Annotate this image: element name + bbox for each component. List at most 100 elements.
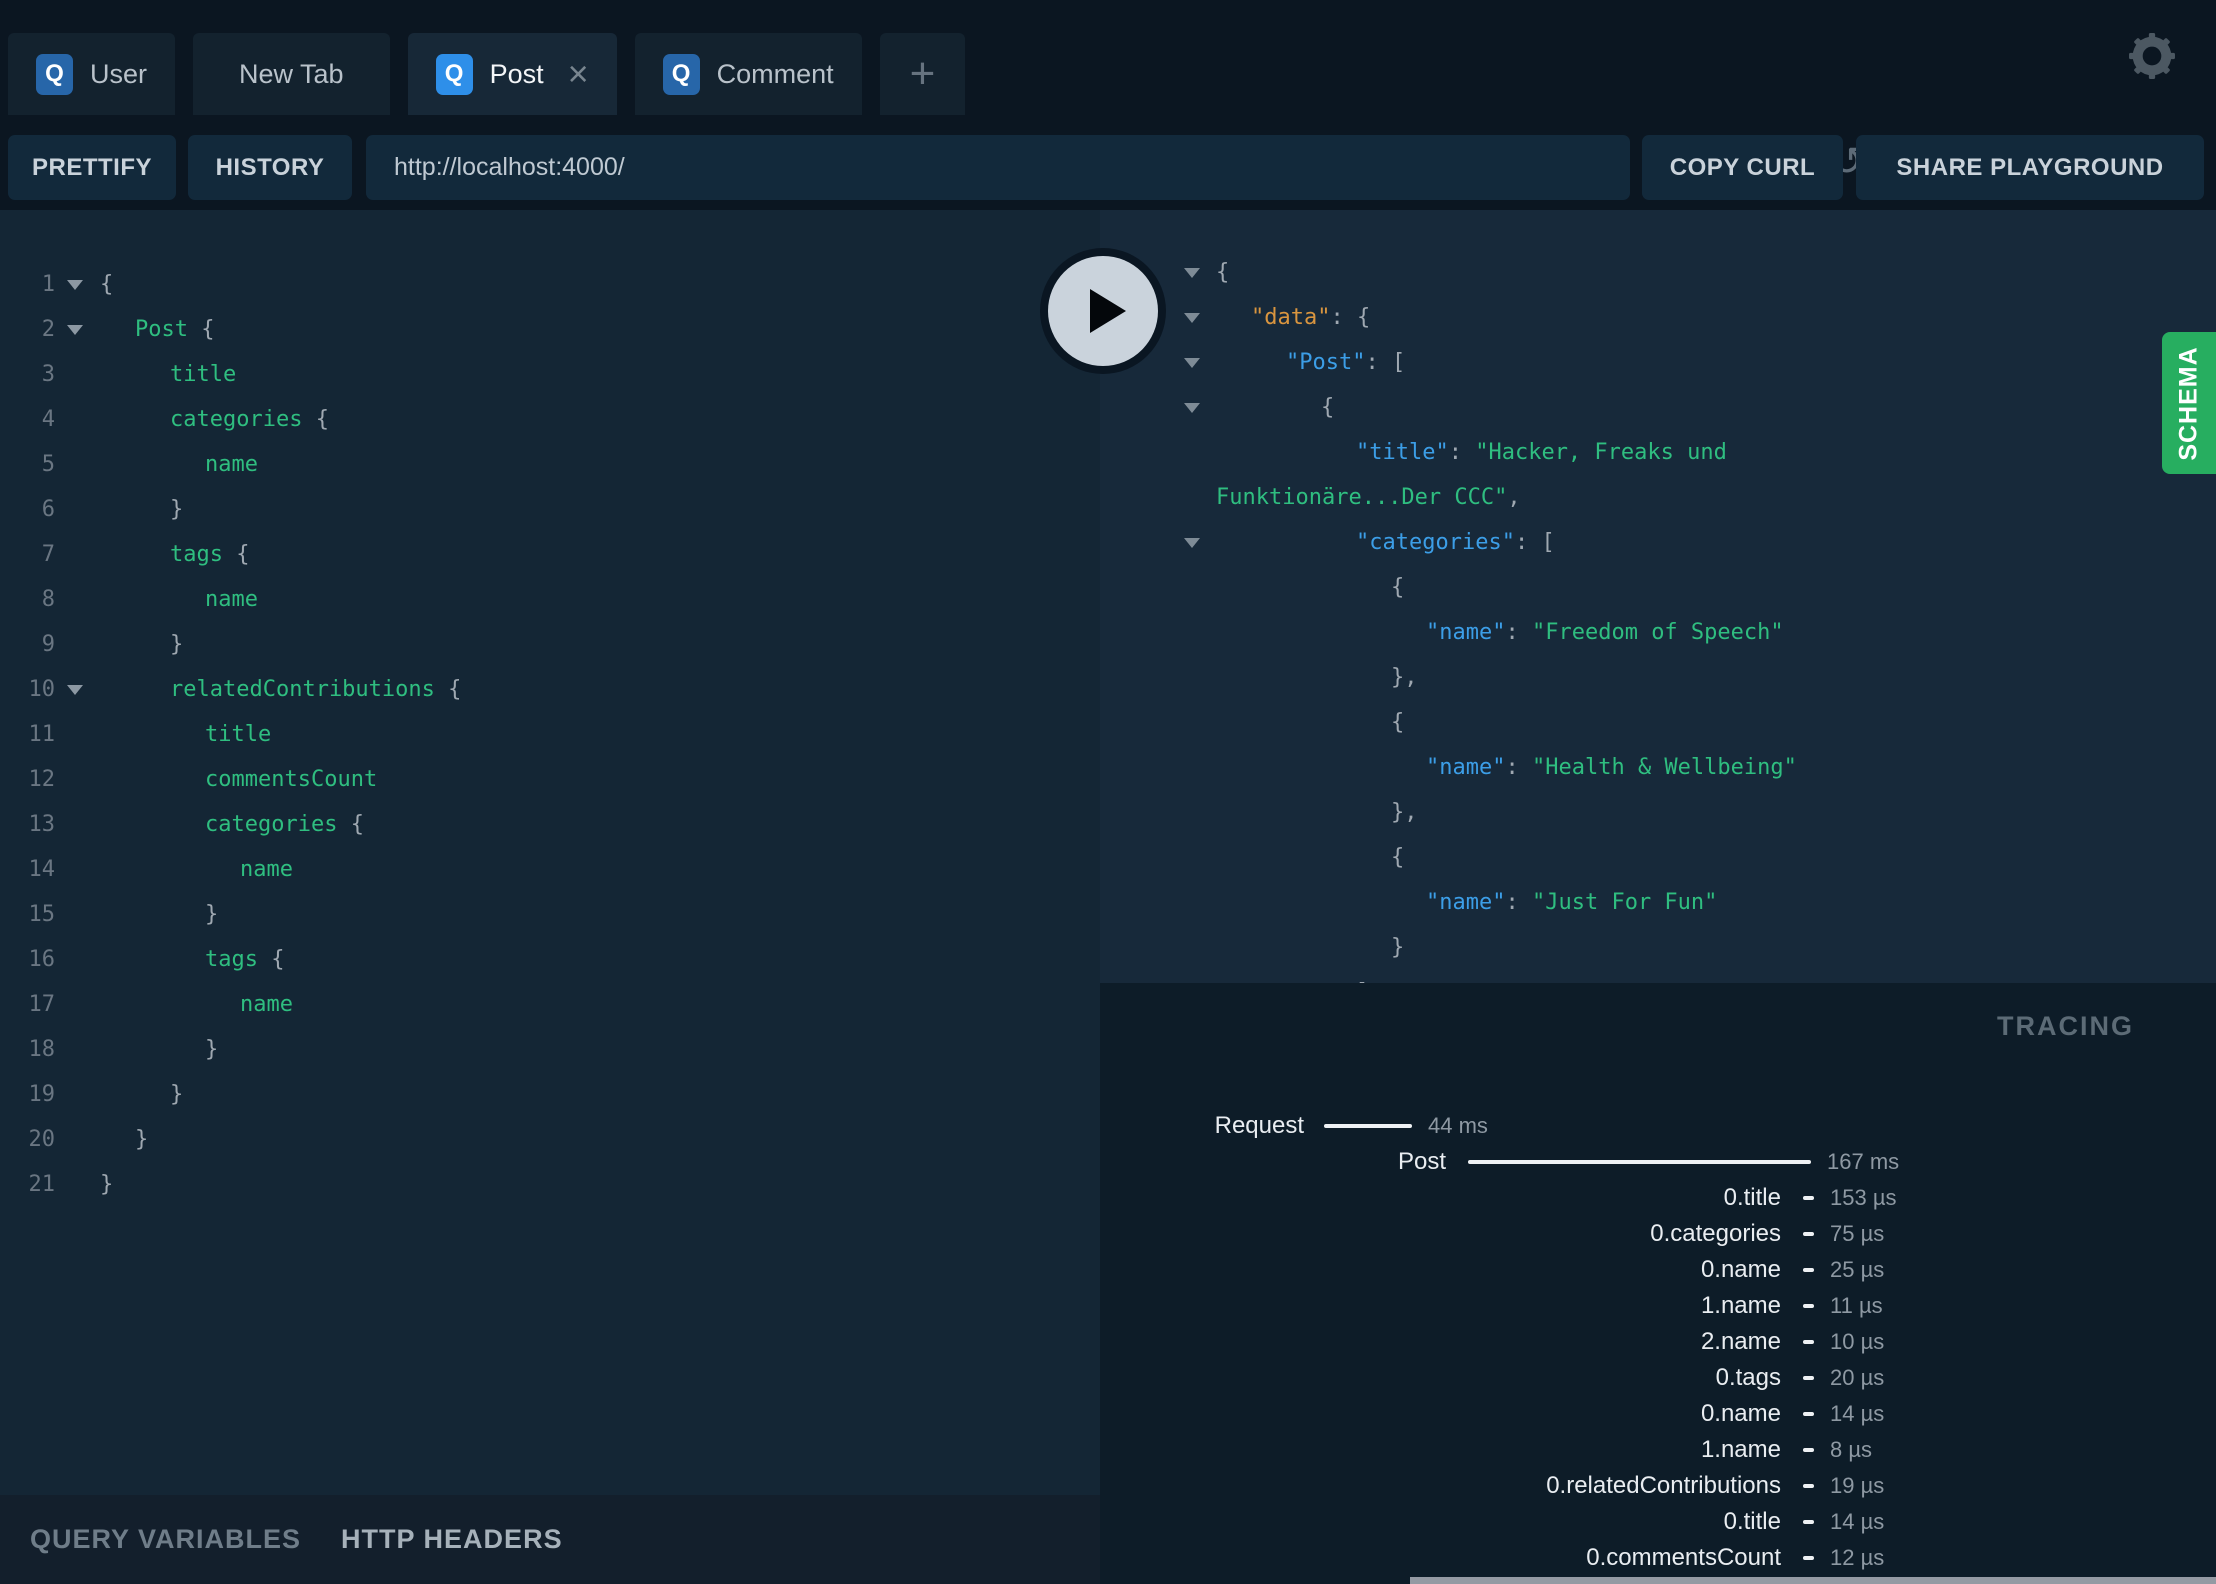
prettify-button[interactable]: PRETTIFY [8, 135, 176, 200]
token: "name" [1426, 620, 1506, 645]
query-code: name [205, 587, 258, 612]
query-line-4[interactable]: 4 categories { [0, 397, 1100, 442]
token: "data" [1251, 305, 1331, 330]
query-line-19[interactable]: 19} [0, 1072, 1100, 1117]
close-tab-icon[interactable]: × [568, 56, 589, 92]
token: [ [1541, 530, 1555, 555]
response-code: "data": { [1251, 305, 1370, 330]
collapse-arrow-icon[interactable] [1184, 403, 1200, 413]
trace-label: 0.name [1700, 1400, 1781, 1427]
query-line-1[interactable]: 1{ [0, 262, 1100, 307]
tab-comment[interactable]: Q Comment [634, 33, 862, 115]
line-number: 1 [41, 272, 55, 297]
tracing-row-0-relatedcontributions: 0.relatedContributions 19 µs [1100, 1468, 2216, 1504]
endpoint-url-input[interactable]: http://localhost:4000/ [366, 135, 1630, 200]
collapse-arrow-icon[interactable] [1184, 538, 1200, 548]
collapse-arrow-icon[interactable] [1184, 268, 1200, 278]
collapse-arrow-icon[interactable] [1184, 313, 1200, 323]
copy-curl-button[interactable]: COPY CURL [1642, 135, 1843, 200]
query-line-17[interactable]: 17 name [0, 982, 1100, 1027]
tab-http-headers[interactable]: HTTP HEADERS [341, 1524, 563, 1555]
token: relatedContributions [170, 677, 435, 702]
tab-list: Q User New Tab Q Post × Q Comment + [8, 33, 966, 115]
query-line-12[interactable]: 12 commentsCount [0, 757, 1100, 802]
fold-arrow-icon[interactable] [67, 280, 83, 290]
query-line-16[interactable]: 16 tags { [0, 937, 1100, 982]
response-line-7: "categories": [ [1100, 520, 2216, 565]
response-code: "categories": [ [1356, 530, 1555, 555]
query-line-20[interactable]: 20} [0, 1117, 1100, 1162]
trace-label: 0.categories [1650, 1220, 1781, 1247]
schema-side-tab[interactable]: SCHEMA [2162, 332, 2216, 474]
add-tab-button[interactable]: + [879, 33, 966, 115]
tab-post[interactable]: Q Post × [407, 33, 617, 115]
execute-query-button[interactable] [1040, 248, 1166, 374]
query-line-6[interactable]: 6} [0, 487, 1100, 532]
trace-duration-bar [1803, 1412, 1814, 1416]
fold-arrow-icon[interactable] [67, 685, 83, 695]
trace-duration-value: 44 ms [1428, 1113, 1488, 1138]
query-line-11[interactable]: 11 title [0, 712, 1100, 757]
query-line-10[interactable]: 10 relatedContributions { [0, 667, 1100, 712]
token: title [170, 362, 237, 387]
token: { [1391, 710, 1405, 735]
tracing-row-1-name: 1.name 8 µs [1100, 1432, 2216, 1468]
query-line-13[interactable]: 13 categories { [0, 802, 1100, 847]
query-line-2[interactable]: 2 Post { [0, 307, 1100, 352]
line-number: 19 [28, 1082, 56, 1107]
gear-icon [2129, 33, 2175, 79]
trace-label: 0.title [1723, 1184, 1781, 1211]
fold-arrow-icon[interactable] [67, 325, 83, 335]
tracing-row-0-tags: 0.tags 20 µs [1100, 1360, 2216, 1396]
trace-duration-bar [1803, 1484, 1814, 1488]
query-code: title [170, 362, 236, 387]
trace-duration-value: 10 µs [1830, 1329, 1885, 1354]
tab-new-tab[interactable]: New Tab [193, 33, 390, 115]
response-line-6: Funktionäre...Der CCC", [1100, 475, 2216, 520]
query-line-7[interactable]: 7 tags { [0, 532, 1100, 577]
token: "title" [1356, 440, 1449, 465]
collapse-arrow-icon[interactable] [1184, 358, 1200, 368]
query-editor[interactable]: 1{2 Post {3 title 4 categories {5 name 6} 7 tags… [0, 210, 1100, 1495]
token: "Freedom of Speech" [1531, 620, 1784, 645]
response-line-16: } [1100, 925, 2216, 970]
trace-duration-bar [1803, 1520, 1814, 1524]
token: : [1448, 440, 1476, 465]
token: }, [1391, 800, 1418, 825]
line-number: 16 [28, 947, 56, 972]
query-line-5[interactable]: 5 name [0, 442, 1100, 487]
line-number: 18 [28, 1037, 56, 1062]
token: : [1365, 350, 1392, 375]
query-line-14[interactable]: 14 name [0, 847, 1100, 892]
token: tags [170, 542, 223, 567]
token: { [187, 317, 215, 342]
response-code: } [1391, 935, 1404, 960]
horizontal-scrollbar[interactable] [1410, 1577, 2216, 1584]
query-line-21[interactable]: 21} [0, 1162, 1100, 1207]
tab-query-variables[interactable]: QUERY VARIABLES [30, 1524, 301, 1555]
top-bar: Q User New Tab Q Post × Q Comment + PRETTIFY HIS… [0, 0, 2216, 210]
query-line-18[interactable]: 18} [0, 1027, 1100, 1072]
trace-label: 0.name [1700, 1256, 1781, 1283]
query-line-3[interactable]: 3 title [0, 352, 1100, 397]
settings-gear-icon[interactable] [2126, 30, 2178, 82]
query-line-9[interactable]: 9} [0, 622, 1100, 667]
token: name [205, 452, 258, 477]
query-line-8[interactable]: 8 name [0, 577, 1100, 622]
tab-user[interactable]: Q User [8, 33, 176, 115]
share-playground-button[interactable]: SHARE PLAYGROUND [1856, 135, 2204, 200]
history-button[interactable]: HISTORY [188, 135, 352, 200]
token: } [135, 1127, 149, 1152]
query-line-15[interactable]: 15} [0, 892, 1100, 937]
query-code: relatedContributions { [170, 677, 461, 702]
response-line-13: }, [1100, 790, 2216, 835]
tracing-row-0-name: 0.name 25 µs [1100, 1252, 2216, 1288]
token: categories [205, 812, 338, 837]
query-code: categories { [205, 812, 364, 837]
line-number: 11 [28, 722, 56, 747]
token: : [1514, 530, 1542, 555]
query-code: title [205, 722, 271, 747]
response-code: { [1216, 260, 1229, 285]
tracing-row-2-name: 2.name 10 µs [1100, 1324, 2216, 1360]
token: { [257, 947, 285, 972]
